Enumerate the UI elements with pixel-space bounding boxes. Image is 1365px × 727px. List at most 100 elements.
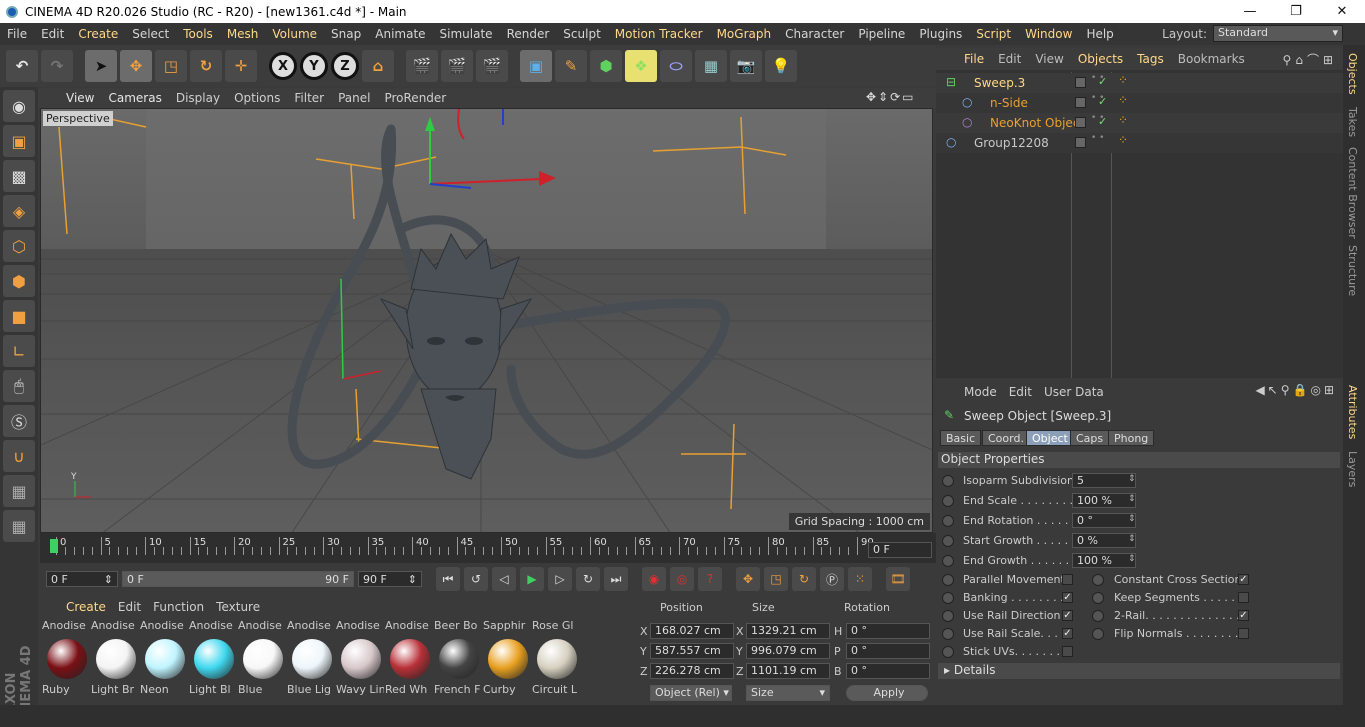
details-section[interactable]: ▸ Details bbox=[938, 663, 1340, 679]
size-x-field[interactable]: 1329.21 cm bbox=[746, 623, 830, 639]
end-frame-field[interactable]: 90 F ⇕ bbox=[358, 571, 422, 587]
viewport-menu-panel[interactable]: Panel bbox=[338, 91, 370, 105]
checkbox[interactable]: ✓ bbox=[1238, 574, 1249, 585]
field-value[interactable]: 100 % bbox=[1072, 553, 1136, 568]
menu-sculpt[interactable]: Sculpt bbox=[556, 27, 607, 41]
object-row[interactable]: ○ NeoKnot Object • • ✓ ⁘ bbox=[936, 113, 1343, 133]
visibility-dots-icon[interactable]: • • bbox=[1091, 134, 1104, 143]
object-search-icons[interactable]: ⚲⌂⌒⊞ bbox=[1283, 51, 1337, 68]
rotation-b-field[interactable]: 0 ° bbox=[846, 663, 930, 679]
viewport-menu-options[interactable]: Options bbox=[234, 91, 280, 105]
checkbox[interactable] bbox=[1238, 592, 1249, 603]
tag-icon[interactable]: ⁘ bbox=[1118, 113, 1128, 127]
texture-mode-icon[interactable]: ▩ bbox=[3, 160, 35, 192]
menu-script[interactable]: Script bbox=[969, 27, 1018, 41]
checkbox[interactable]: ✓ bbox=[1062, 610, 1073, 621]
record-position-icon[interactable]: ✥ bbox=[736, 567, 760, 591]
attr-tab-caps[interactable]: Caps bbox=[1070, 430, 1110, 446]
spinner-icon[interactable]: ⇕ bbox=[1128, 534, 1136, 544]
apply-button[interactable]: Apply bbox=[846, 685, 928, 701]
rotation-h-field[interactable]: 0 ° bbox=[846, 623, 930, 639]
enabled-check-icon[interactable]: ✓ bbox=[1098, 95, 1107, 108]
object-menu-objects[interactable]: Objects bbox=[1078, 52, 1123, 66]
enabled-check-icon[interactable]: ✓ bbox=[1098, 75, 1107, 88]
start-frame-field[interactable]: 0 F ⇕ bbox=[46, 571, 118, 587]
axis-mode-icon[interactable]: ∟ bbox=[3, 335, 35, 367]
object-name[interactable]: n-Side bbox=[990, 96, 1028, 110]
select-cursor-icon[interactable]: ➤ bbox=[85, 50, 117, 82]
checkbox[interactable]: ✓ bbox=[1062, 628, 1073, 639]
render-settings-icon[interactable]: 🎬 bbox=[476, 50, 508, 82]
object-row[interactable]: ○ Group12208 • • ⁘ bbox=[936, 133, 1343, 153]
move-tool-icon[interactable]: ✥ bbox=[120, 50, 152, 82]
go-to-start-icon[interactable]: ⏮ bbox=[436, 567, 460, 591]
menu-motion-tracker[interactable]: Motion Tracker bbox=[608, 27, 710, 41]
tag-icon[interactable]: ⁘ bbox=[1118, 133, 1128, 147]
record-parameter-icon[interactable]: Ⓟ bbox=[820, 567, 844, 591]
viewport-nav-icons[interactable]: ✥⇕⟳▭ bbox=[866, 90, 916, 104]
rotation-p-field[interactable]: 0 ° bbox=[846, 643, 930, 659]
timeline-window-icon[interactable]: 🎞 bbox=[886, 567, 910, 591]
menu-window[interactable]: Window bbox=[1018, 27, 1079, 41]
field-value[interactable]: 5 bbox=[1072, 473, 1136, 488]
menu-simulate[interactable]: Simulate bbox=[433, 27, 500, 41]
polygons-mode-icon[interactable]: ■ bbox=[3, 300, 35, 332]
viewport-menu-filter[interactable]: Filter bbox=[294, 91, 324, 105]
animate-radio[interactable] bbox=[942, 628, 954, 640]
object-layer-icon[interactable] bbox=[1075, 97, 1086, 108]
menu-volume[interactable]: Volume bbox=[265, 27, 324, 41]
field-value[interactable]: 0 ° bbox=[1072, 513, 1136, 528]
tag-icon[interactable]: ⁘ bbox=[1118, 93, 1128, 107]
model-mode-icon[interactable]: ▣ bbox=[3, 125, 35, 157]
viewport-menu-display[interactable]: Display bbox=[176, 91, 220, 105]
autokeying-icon[interactable]: ◎ bbox=[670, 567, 694, 591]
subdivision-icon[interactable]: ⬢ bbox=[590, 50, 622, 82]
grid-icon[interactable]: ▦ bbox=[3, 510, 35, 542]
animate-radio[interactable] bbox=[1092, 574, 1104, 586]
object-layer-icon[interactable] bbox=[1075, 77, 1086, 88]
points-mode-icon[interactable]: ⬡ bbox=[3, 230, 35, 262]
spinner-icon[interactable]: ⇕ bbox=[1128, 514, 1136, 524]
checkbox[interactable]: ✓ bbox=[1062, 592, 1073, 603]
animate-radio[interactable] bbox=[942, 610, 954, 622]
attribute-nav-icons[interactable]: ◀↖⚲🔒◎⊞ bbox=[1255, 383, 1337, 397]
render-view-icon[interactable]: 🎬 bbox=[406, 50, 438, 82]
menu-tools[interactable]: Tools bbox=[176, 27, 220, 41]
spinner-icon[interactable]: ⇕ bbox=[1128, 494, 1136, 504]
coordinate-mode-select[interactable]: Object (Rel) ▾ bbox=[650, 685, 732, 701]
3d-viewport[interactable]: Y Perspective Grid Spacing : 1000 cm bbox=[40, 108, 933, 533]
viewport-menu-cameras[interactable]: Cameras bbox=[108, 91, 161, 105]
attr-tab-object[interactable]: Object bbox=[1026, 430, 1074, 446]
object-row[interactable]: ⊟ Sweep.3 • • ✓ ⁘ bbox=[936, 73, 1343, 93]
position-z-field[interactable]: 226.278 cm bbox=[650, 663, 734, 679]
layout-select[interactable]: Standard ▾ bbox=[1213, 25, 1343, 42]
checkbox[interactable]: ✓ bbox=[1238, 610, 1249, 621]
timeline-ruler[interactable]: 051015202530354045505560657075808590 0 F bbox=[40, 533, 936, 563]
position-x-field[interactable]: 168.027 cm bbox=[650, 623, 734, 639]
size-z-field[interactable]: 1101.19 cm bbox=[746, 663, 830, 679]
world-coordinate-icon[interactable]: ⌂ bbox=[362, 50, 394, 82]
animate-radio[interactable] bbox=[942, 574, 954, 586]
frame-range-slider[interactable]: 0 F 90 F bbox=[122, 571, 354, 587]
enabled-check-icon[interactable]: ✓ bbox=[1098, 115, 1107, 128]
record-point-level-icon[interactable]: ⁙ bbox=[848, 567, 872, 591]
object-name[interactable]: Sweep.3 bbox=[974, 76, 1025, 90]
tab-objects[interactable]: Objects bbox=[1346, 53, 1359, 95]
menu-plugins[interactable]: Plugins bbox=[912, 27, 969, 41]
object-name[interactable]: Group12208 bbox=[974, 136, 1049, 150]
next-frame-icon[interactable]: ▷ bbox=[548, 567, 572, 591]
menu-help[interactable]: Help bbox=[1079, 27, 1120, 41]
cloner-icon[interactable]: ❖ bbox=[625, 50, 657, 82]
workplane-lock-icon[interactable]: ▦ bbox=[3, 475, 35, 507]
make-editable-icon[interactable]: ◉ bbox=[3, 90, 35, 122]
animate-radio[interactable] bbox=[1092, 610, 1104, 622]
object-menu-bookmarks[interactable]: Bookmarks bbox=[1178, 52, 1245, 66]
attr-tab-basic[interactable]: Basic bbox=[940, 430, 982, 446]
undo-icon[interactable]: ↶ bbox=[6, 50, 38, 82]
menu-mograph[interactable]: MoGraph bbox=[710, 27, 779, 41]
menu-select[interactable]: Select bbox=[125, 27, 176, 41]
viewport-menu-view[interactable]: View bbox=[66, 91, 94, 105]
keyframe-selection-icon[interactable]: ? bbox=[698, 567, 722, 591]
size-mode-select[interactable]: Size ▾ bbox=[746, 685, 830, 701]
menu-mesh[interactable]: Mesh bbox=[220, 27, 266, 41]
